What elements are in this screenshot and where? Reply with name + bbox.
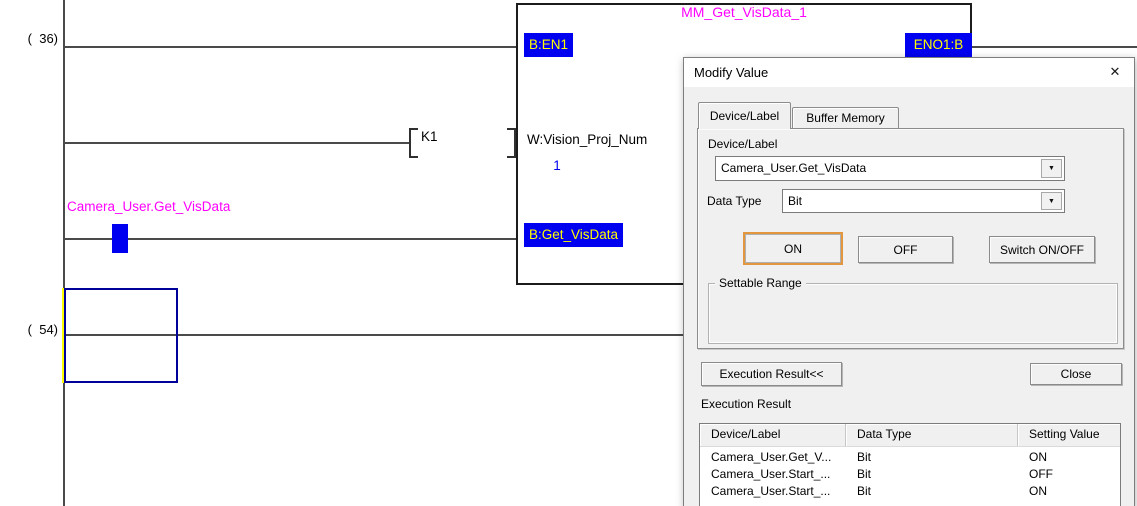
off-button[interactable]: OFF: [858, 236, 953, 263]
energized-contact[interactable]: [112, 224, 128, 253]
col-header-data-type[interactable]: Data Type: [846, 424, 1018, 446]
device-label-combobox[interactable]: Camera_User.Get_VisData ▼: [715, 156, 1065, 181]
cell-type: Bit: [857, 467, 872, 481]
execution-result-section-label: Execution Result: [701, 397, 792, 411]
cell-type: Bit: [857, 450, 872, 464]
tab-buffer-memory[interactable]: Buffer Memory: [792, 107, 899, 128]
result-table-header: Device/Label Data Type Setting Value: [700, 424, 1120, 447]
rung-36-step-number: ( 36): [27, 31, 58, 46]
settable-range-groupbox: [708, 283, 1118, 344]
dialog-titlebar[interactable]: Modify Value ✕: [684, 58, 1134, 87]
cell-device: Camera_User.Start_...: [711, 484, 831, 498]
device-label-field-caption: Device/Label: [708, 137, 778, 151]
col-header-setting-value[interactable]: Setting Value: [1018, 424, 1120, 446]
pin-label-en1[interactable]: B:EN1: [524, 33, 574, 57]
cell-value: ON: [1029, 484, 1047, 498]
on-button[interactable]: ON: [743, 232, 843, 265]
cell-value: OFF: [1029, 467, 1053, 481]
wire-eno1-out: [972, 46, 1137, 48]
dropdown-arrow-icon[interactable]: ▼: [1041, 192, 1062, 210]
proj-num-monitor-value: 1: [553, 158, 561, 173]
gx-works3-ladder-screen: ( 36) MM_Get_VisData_1 B:EN1 ENO1:B K1 W…: [0, 0, 1137, 506]
pin-label-eno1[interactable]: ENO1:B: [905, 33, 972, 57]
wire-rung36-en1: [64, 46, 516, 48]
table-row[interactable]: Camera_User.Start_... Bit ON: [700, 483, 1120, 500]
data-type-combobox-value: Bit: [788, 194, 803, 208]
k1-open-bracket: [409, 128, 418, 158]
col-header-device-label[interactable]: Device/Label: [700, 424, 846, 446]
data-type-caption: Data Type: [707, 194, 762, 208]
k1-close-bracket: [507, 128, 516, 158]
k1-operand[interactable]: K1: [421, 129, 438, 144]
dropdown-arrow-icon[interactable]: ▼: [1041, 159, 1062, 178]
cell-value: ON: [1029, 450, 1047, 464]
wire-contact-branch: [64, 238, 516, 240]
tab-device-label[interactable]: Device/Label: [698, 102, 791, 129]
ladder-cell-selection-cursor[interactable]: [64, 288, 178, 383]
cell-device: Camera_User.Start_...: [711, 467, 831, 481]
contact-device-label[interactable]: Camera_User.Get_VisData: [67, 199, 230, 214]
function-block-title: MM_Get_VisData_1: [681, 4, 807, 20]
ladder-left-rail: [63, 0, 65, 506]
wire-k1-branch: [64, 142, 409, 144]
table-row[interactable]: Camera_User.Get_V... Bit ON: [700, 449, 1120, 466]
close-button[interactable]: Close: [1030, 363, 1122, 385]
pin-label-proj-num[interactable]: W:Vision_Proj_Num: [527, 132, 647, 147]
data-type-combobox[interactable]: Bit ▼: [782, 189, 1065, 213]
rung-54-step-number: ( 54): [27, 322, 58, 337]
execution-result-table[interactable]: Device/Label Data Type Setting Value Cam…: [699, 423, 1121, 506]
pin-label-get-visdata[interactable]: B:Get_VisData: [524, 223, 624, 247]
table-row[interactable]: Camera_User.Start_... Bit OFF: [700, 466, 1120, 483]
settable-range-label: Settable Range: [715, 276, 806, 290]
execution-result-toggle-button[interactable]: Execution Result<<: [701, 362, 842, 386]
switch-on-off-button[interactable]: Switch ON/OFF: [989, 236, 1095, 263]
cell-device: Camera_User.Get_V...: [711, 450, 832, 464]
dialog-title: Modify Value: [694, 65, 769, 80]
cell-type: Bit: [857, 484, 872, 498]
modify-value-dialog: Modify Value ✕ Device/Label Buffer Memor…: [683, 57, 1135, 506]
device-label-combobox-value: Camera_User.Get_VisData: [721, 161, 867, 175]
close-icon[interactable]: ✕: [1105, 62, 1125, 82]
